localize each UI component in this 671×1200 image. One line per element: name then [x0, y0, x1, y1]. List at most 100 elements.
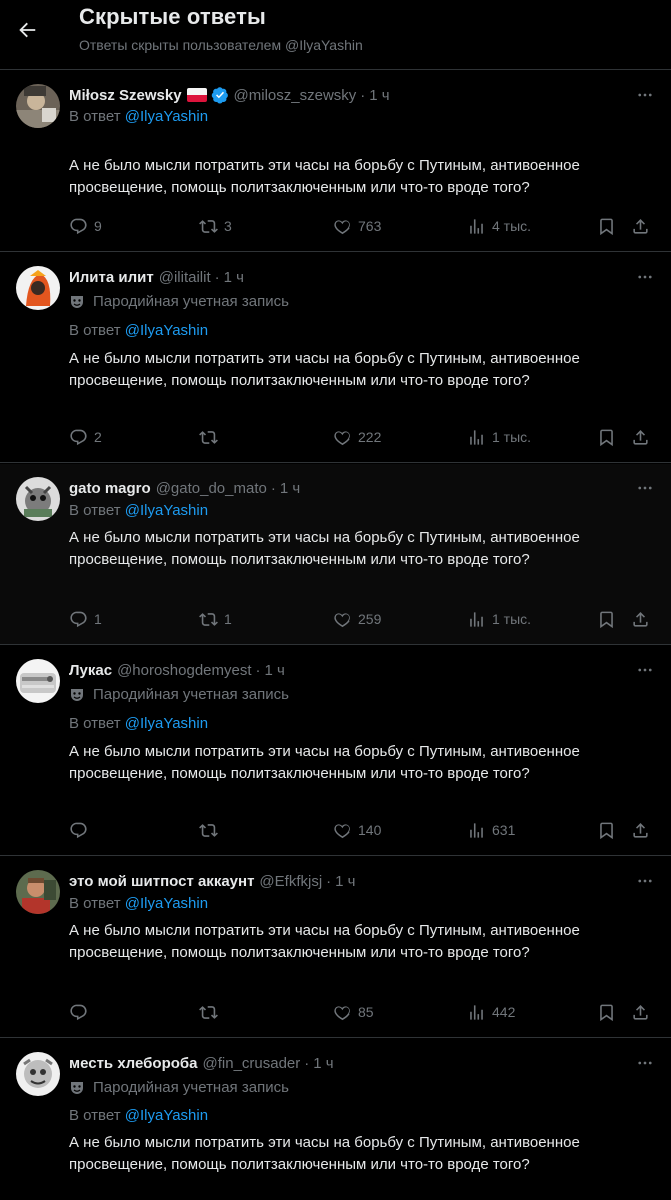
arrow-left-icon: [19, 22, 36, 38]
bookmark-button[interactable]: [597, 819, 616, 841]
author-handle[interactable]: @ilitailit: [159, 269, 211, 286]
reply-button[interactable]: 2: [69, 426, 102, 448]
tweet-time[interactable]: 1 ч: [224, 269, 244, 286]
avatar[interactable]: [16, 84, 60, 128]
author-handle[interactable]: @milosz_szewsky: [234, 87, 357, 104]
parody-label: Пародийная учетная запись: [69, 1079, 289, 1096]
views-button[interactable]: 4 тыс.: [467, 215, 531, 237]
reply-context: В ответ @IlyaYashin: [69, 108, 209, 125]
tweet-time[interactable]: 1 ч: [313, 1055, 333, 1072]
verified-badge-icon[interactable]: [211, 86, 229, 104]
parody-label: Пародийная учетная запись: [69, 293, 289, 310]
like-button[interactable]: 222: [333, 426, 381, 448]
avatar[interactable]: [16, 1052, 60, 1096]
author-name[interactable]: месть хлебороба: [69, 1055, 198, 1072]
reply-icon: [70, 1004, 87, 1020]
more-options-button[interactable]: [633, 870, 657, 892]
repost-icon: [199, 430, 218, 444]
tweet-time[interactable]: 1 ч: [265, 662, 285, 679]
bookmark-button[interactable]: [597, 426, 616, 448]
mention-link[interactable]: @IlyaYashin: [125, 1107, 208, 1124]
tweet-text: А не было мысли потратить эти часы на бо…: [69, 157, 580, 196]
tweet-text: А не было мысли потратить эти часы на бо…: [69, 1134, 580, 1173]
reply-context: В ответ @IlyaYashin: [69, 322, 209, 339]
mention-link[interactable]: @IlyaYashin: [125, 502, 208, 519]
tweet[interactable]: Лукас @horoshogdemyest · 1 ч Пародийная …: [0, 646, 671, 856]
more-options-button[interactable]: [633, 1052, 657, 1074]
reply-count: 2: [94, 429, 102, 445]
views-button[interactable]: 1 тыс.: [467, 608, 531, 630]
repost-icon: [199, 612, 218, 626]
tweet-text: А не было мысли потратить эти часы на бо…: [69, 922, 580, 961]
avatar[interactable]: [16, 870, 60, 914]
mention-link[interactable]: @IlyaYashin: [125, 108, 208, 125]
tweet-time[interactable]: 1 ч: [335, 873, 355, 890]
repost-count: 3: [224, 218, 232, 234]
like-button[interactable]: 140: [333, 819, 381, 841]
avatar[interactable]: [16, 659, 60, 703]
reply-count: 9: [94, 218, 102, 234]
like-button[interactable]: 259: [333, 608, 381, 630]
author-handle[interactable]: @gato_do_mato: [156, 480, 267, 497]
bookmark-button[interactable]: [597, 1001, 616, 1023]
author-name[interactable]: это мой шитпост аккаунт: [69, 873, 254, 890]
more-options-button[interactable]: [633, 84, 657, 106]
mention-link[interactable]: @IlyaYashin: [125, 895, 208, 912]
repost-icon: [199, 219, 218, 233]
bookmark-icon: [600, 429, 613, 446]
reply-button[interactable]: [69, 1001, 94, 1023]
views-button[interactable]: 631: [467, 819, 515, 841]
views-count: 4 тыс.: [492, 218, 532, 234]
tweet-time[interactable]: 1 ч: [369, 87, 389, 104]
like-button[interactable]: 763: [333, 215, 381, 237]
reply-count: 1: [94, 611, 102, 627]
tweet-time[interactable]: 1 ч: [280, 480, 300, 497]
separator-dot: ·: [214, 268, 220, 286]
views-button[interactable]: 442: [467, 1001, 515, 1023]
bookmark-button[interactable]: [597, 215, 616, 237]
repost-button[interactable]: 1: [199, 608, 232, 630]
more-dots-icon: [638, 668, 652, 672]
tweet[interactable]: это мой шитпост аккаунт @Efkfkjsj · 1 ч …: [0, 857, 671, 1038]
repost-button[interactable]: [199, 1001, 224, 1023]
author-name[interactable]: Miłosz Szewsky: [69, 87, 182, 104]
repost-button[interactable]: 3: [199, 215, 232, 237]
share-button[interactable]: [631, 1001, 650, 1023]
tweet[interactable]: Илита илит @ilitailit · 1 ч Пародийная у…: [0, 253, 671, 463]
author-name[interactable]: Илита илит: [69, 269, 154, 286]
author-handle[interactable]: @horoshogdemyest: [117, 662, 251, 679]
heart-icon: [334, 1005, 350, 1020]
more-dots-icon: [638, 486, 652, 490]
repost-button[interactable]: [199, 426, 224, 448]
like-button[interactable]: 85: [333, 1001, 374, 1023]
repost-icon: [199, 823, 218, 837]
tweet[interactable]: месть хлебороба @fin_crusader · 1 ч Паро…: [0, 1039, 671, 1200]
bookmark-button[interactable]: [597, 608, 616, 630]
tweet[interactable]: Miłosz Szewsky @milosz_szewsky · 1 ч В о…: [0, 71, 671, 252]
share-button[interactable]: [631, 819, 650, 841]
reply-button[interactable]: [69, 819, 94, 841]
author-handle[interactable]: @fin_crusader: [203, 1055, 301, 1072]
views-button[interactable]: 1 тыс.: [467, 426, 531, 448]
tweet[interactable]: gato magro @gato_do_mato · 1 ч В ответ @…: [0, 464, 671, 645]
share-button[interactable]: [631, 426, 650, 448]
more-options-button[interactable]: [633, 266, 657, 288]
mention-link[interactable]: @IlyaYashin: [125, 715, 208, 732]
avatar[interactable]: [16, 266, 60, 310]
more-options-button[interactable]: [633, 477, 657, 499]
theater-mask-icon: [71, 1081, 83, 1094]
author-handle[interactable]: @Efkfkjsj: [259, 873, 322, 890]
author-name[interactable]: Лукас: [69, 662, 112, 679]
reply-icon: [70, 429, 87, 445]
reply-button[interactable]: 1: [69, 608, 102, 630]
reply-button[interactable]: 9: [69, 215, 102, 237]
share-button[interactable]: [631, 215, 650, 237]
more-options-button[interactable]: [633, 659, 657, 681]
mention-link[interactable]: @IlyaYashin: [125, 322, 208, 339]
tweet-text: А не было мысли потратить эти часы на бо…: [69, 350, 580, 389]
avatar[interactable]: [16, 477, 60, 521]
repost-button[interactable]: [199, 819, 224, 841]
back-button[interactable]: [10, 13, 44, 47]
author-name[interactable]: gato magro: [69, 480, 151, 497]
share-button[interactable]: [631, 608, 650, 630]
